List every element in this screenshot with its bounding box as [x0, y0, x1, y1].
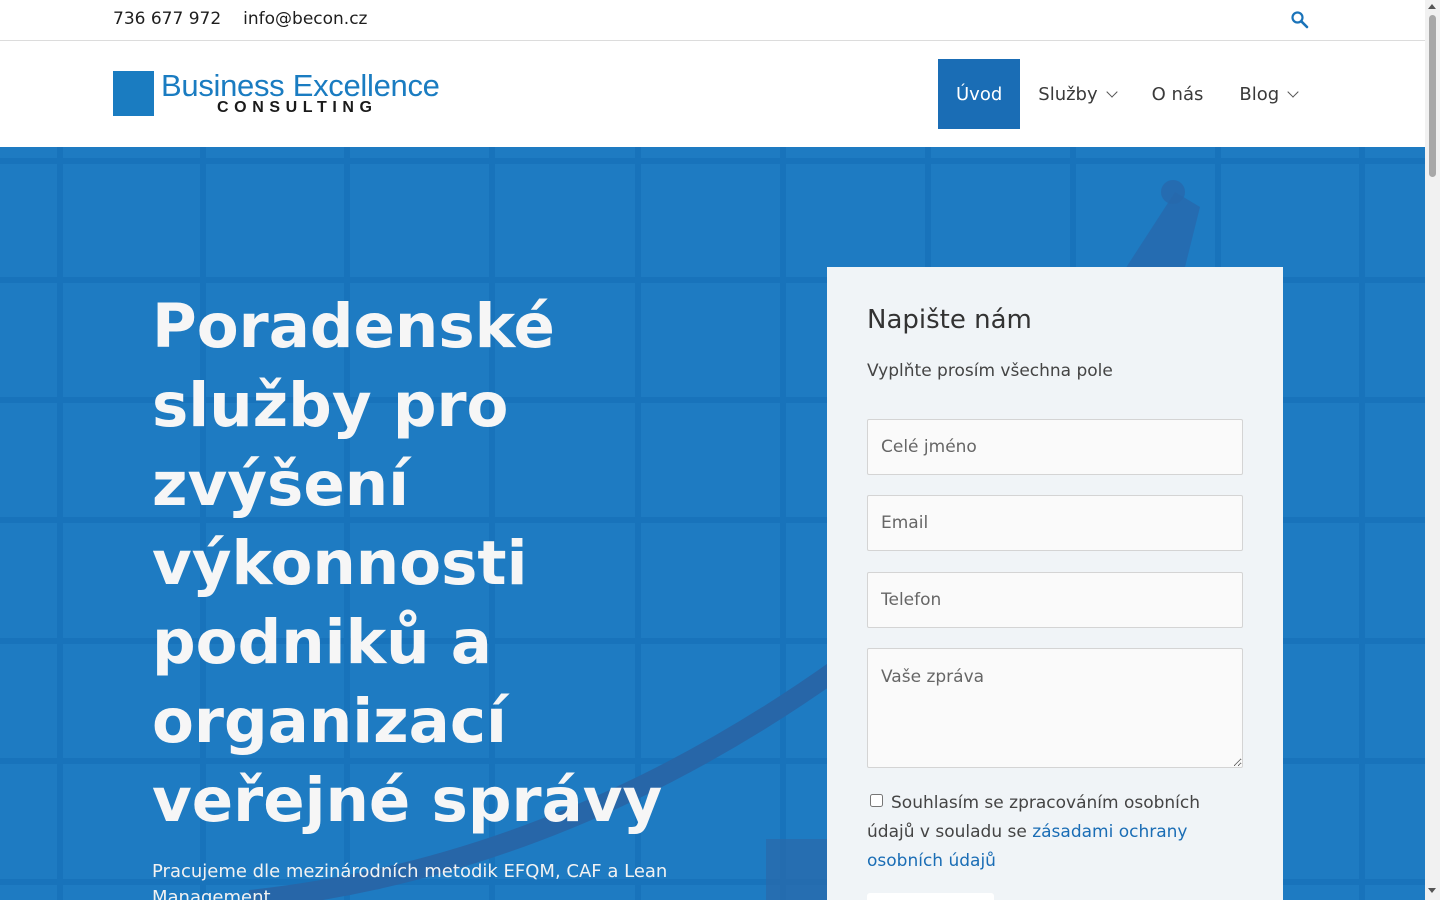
nav-item-label: Blog	[1239, 83, 1280, 105]
message-field[interactable]	[867, 648, 1243, 768]
scroll-down-arrow-icon[interactable]	[1428, 888, 1436, 893]
site-header: Business Excellence CONSULTING Úvod Služ…	[0, 41, 1425, 147]
nav-item-blog[interactable]: Blog	[1221, 59, 1315, 129]
nav-item-label: Služby	[1038, 83, 1098, 105]
phone-field[interactable]	[867, 572, 1243, 628]
nav-item-label: Úvod	[956, 83, 1003, 105]
chevron-down-icon	[1105, 86, 1118, 98]
consent-checkbox[interactable]	[870, 794, 883, 807]
nav-item-o-nas[interactable]: O nás	[1134, 59, 1222, 129]
main-nav: Úvod Služby O nás Blog	[938, 59, 1315, 129]
contact-form-card: Napište nám Vyplňte prosím všechna pole …	[827, 267, 1283, 900]
nav-item-uvod[interactable]: Úvod	[938, 59, 1021, 129]
search-icon[interactable]	[1290, 10, 1310, 30]
scrollbar-thumb[interactable]	[1429, 15, 1436, 177]
scroll-up-arrow-icon[interactable]	[1428, 4, 1436, 9]
hero-subtitle: Pracujeme dle mezinárodních metodik EFQM…	[152, 861, 668, 900]
nav-item-label: O nás	[1151, 83, 1204, 105]
hero-title: Poradenské služby pro zvýšení výkonnosti…	[152, 291, 663, 836]
logo-square	[113, 71, 154, 116]
phone-number[interactable]: 736 677 972	[113, 9, 221, 29]
top-bar: 736 677 972 info@becon.cz	[0, 0, 1425, 41]
email-field[interactable]	[867, 495, 1243, 551]
chevron-down-icon	[1287, 86, 1299, 98]
form-hint: Vyplňte prosím všechna pole	[867, 361, 1113, 381]
nav-item-sluzby[interactable]: Služby	[1020, 59, 1133, 129]
search-icon-glyph	[1291, 11, 1309, 29]
form-title: Napište nám	[867, 305, 1032, 335]
logo[interactable]: Business Excellence CONSULTING	[113, 68, 453, 118]
submit-button[interactable]	[867, 893, 994, 900]
name-field[interactable]	[867, 419, 1243, 475]
consent-row: Souhlasím se zpracováním osobních údajů …	[867, 789, 1243, 876]
contact-info: 736 677 972 info@becon.cz	[113, 9, 368, 29]
email-address[interactable]: info@becon.cz	[243, 9, 367, 29]
page-scrollbar[interactable]	[1425, 0, 1440, 900]
hero-section: Poradenské služby pro zvýšení výkonnosti…	[0, 147, 1425, 900]
logo-line-2: CONSULTING	[217, 99, 378, 116]
